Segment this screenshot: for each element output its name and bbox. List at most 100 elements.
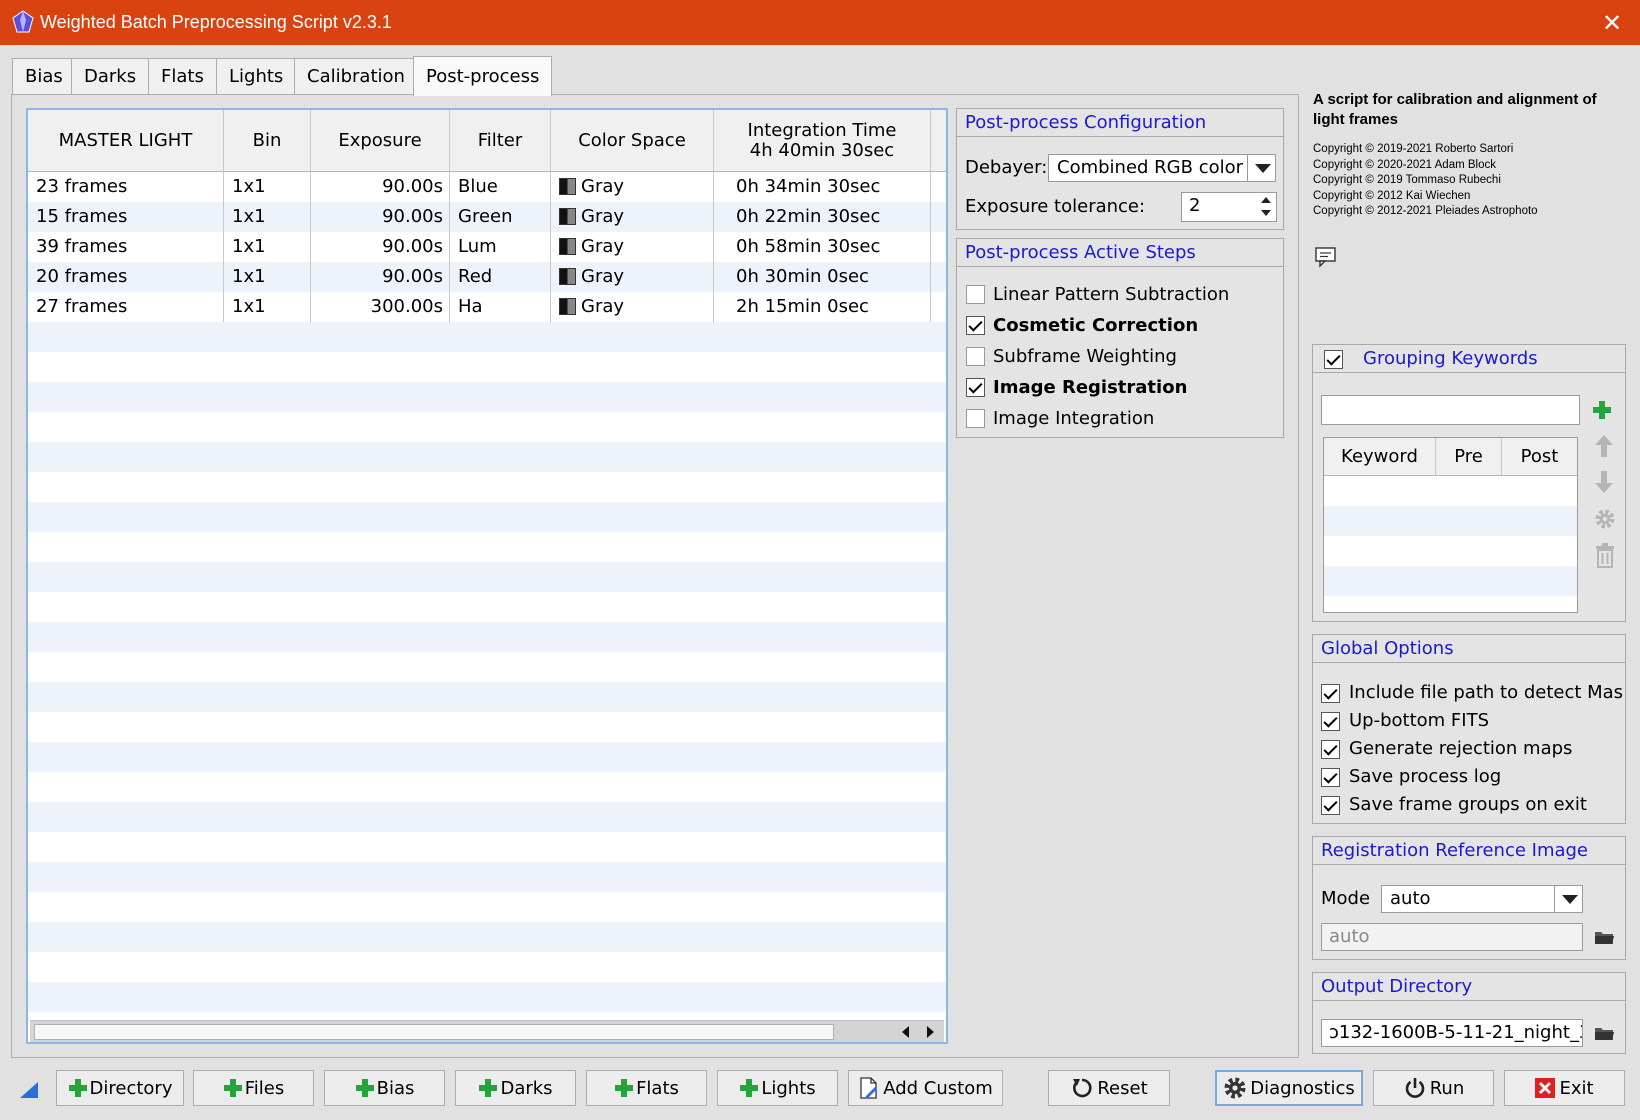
add-files-button[interactable]: Files [193, 1070, 314, 1106]
table-row[interactable]: 27 frames 1x1 300.00s Ha Gray 2h 15min 0… [28, 292, 946, 322]
close-icon [1535, 1078, 1556, 1098]
table-row[interactable]: 39 frames 1x1 90.00s Lum Gray 0h 58min 3… [28, 232, 946, 262]
add-darks-button[interactable]: Darks [455, 1070, 576, 1106]
about-title: A script for calibration and alignment o… [1313, 91, 1597, 128]
mode-select[interactable]: auto [1381, 885, 1583, 913]
debayer-select[interactable]: Combined RGB color [1048, 154, 1276, 182]
tab-flats[interactable]: Flats [148, 58, 217, 94]
spin-up-icon[interactable] [1259, 195, 1273, 205]
scroll-right-icon[interactable] [923, 1025, 937, 1039]
gear-icon [1224, 1077, 1246, 1099]
mode-value: auto [1390, 888, 1431, 909]
color-space-text: Gray [581, 296, 625, 317]
trash-icon[interactable] [1594, 543, 1616, 569]
plus-icon [614, 1078, 634, 1098]
table-row[interactable]: 23 frames 1x1 90.00s Blue Gray 0h 34min … [28, 172, 946, 202]
run-button[interactable]: Run [1373, 1070, 1494, 1106]
add-bias-button[interactable]: Bias [324, 1070, 445, 1106]
subframe-weighting-checkbox[interactable] [966, 347, 985, 366]
folder-icon[interactable] [1593, 928, 1615, 946]
exit-button[interactable]: Exit [1504, 1070, 1625, 1106]
tab-darks[interactable]: Darks [71, 58, 150, 94]
cell-integration: 2h 15min 0sec [714, 292, 931, 322]
cell-filter: Blue [450, 172, 551, 202]
scrollbar-thumb[interactable] [34, 1024, 834, 1040]
add-lights-button[interactable]: Lights [717, 1070, 838, 1106]
cell-filter: Red [450, 262, 551, 292]
gear-icon[interactable] [1593, 507, 1617, 531]
output-directory-input[interactable]: ɔ132-1600B-5-11-21_night_3 [1321, 1019, 1583, 1047]
exposure-tolerance-value: 2 [1189, 195, 1201, 216]
arrow-down-icon[interactable] [1593, 469, 1615, 495]
add-keyword-icon[interactable] [1590, 397, 1616, 423]
message-icon[interactable] [1314, 246, 1338, 268]
column-header-post[interactable]: Post [1502, 438, 1577, 476]
chevron-down-icon[interactable] [1247, 155, 1275, 181]
button-label: Darks [500, 1077, 553, 1099]
master-light-table[interactable]: MASTER LIGHT Bin Exposure Filter Color S… [26, 108, 948, 1044]
button-label: Run [1429, 1077, 1465, 1099]
column-header-filter[interactable]: Filter [450, 110, 551, 172]
cosmetic-correction-checkbox[interactable] [966, 316, 985, 335]
add-flats-button[interactable]: Flats [586, 1070, 707, 1106]
cell-bin: 1x1 [224, 172, 311, 202]
tab-lights[interactable]: Lights [216, 58, 297, 94]
image-registration-checkbox[interactable] [966, 378, 985, 397]
arrow-up-icon[interactable] [1593, 433, 1615, 459]
close-icon[interactable]: ✕ [1597, 8, 1627, 38]
plus-icon [478, 1078, 498, 1098]
up-bottom-fits-label: Up-bottom FITS [1349, 710, 1490, 731]
tab-bias[interactable]: Bias [12, 58, 76, 94]
scroll-left-icon[interactable] [899, 1025, 913, 1039]
chevron-down-icon[interactable] [1554, 886, 1582, 912]
generate-rejection-maps-label: Generate rejection maps [1349, 738, 1573, 759]
corner-triangle-icon[interactable] [18, 1080, 40, 1100]
global-options-group: Global Options Include file path to dete… [1312, 634, 1626, 824]
generate-rejection-maps-checkbox[interactable] [1321, 740, 1340, 759]
grouping-keywords-checkbox[interactable] [1324, 350, 1343, 369]
tab-post-process[interactable]: Post-process [413, 56, 553, 96]
cell-integration: 0h 34min 30sec [714, 172, 931, 202]
debayer-label: Debayer: [965, 157, 1048, 178]
column-header-color-space[interactable]: Color Space [551, 110, 714, 172]
cell-color-space: Gray [551, 262, 714, 292]
debayer-value: Combined RGB color [1057, 157, 1244, 178]
column-header-bin[interactable]: Bin [224, 110, 311, 172]
column-header-master-light[interactable]: MASTER LIGHT [28, 110, 224, 172]
folder-icon[interactable] [1593, 1024, 1615, 1042]
save-frame-groups-checkbox[interactable] [1321, 796, 1340, 815]
color-space-text: Gray [581, 176, 625, 197]
column-header-integration-time[interactable]: Integration Time 4h 40min 30sec [714, 110, 931, 172]
button-label: Diagnostics [1250, 1077, 1355, 1099]
tab-calibration[interactable]: Calibration [294, 58, 418, 94]
plus-icon [355, 1078, 375, 1098]
save-process-log-checkbox[interactable] [1321, 768, 1340, 787]
copyright-line: Copyright © 2020-2021 Adam Block [1313, 158, 1496, 171]
plus-icon [223, 1078, 243, 1098]
keywords-table[interactable]: Keyword Pre Post [1323, 437, 1578, 613]
horizontal-scrollbar[interactable] [30, 1020, 944, 1042]
keyword-input[interactable] [1321, 395, 1580, 425]
column-header-pre[interactable]: Pre [1436, 438, 1502, 476]
column-header-keyword[interactable]: Keyword [1324, 438, 1436, 476]
up-bottom-fits-checkbox[interactable] [1321, 712, 1340, 731]
diagnostics-button[interactable]: Diagnostics [1215, 1070, 1363, 1106]
image-integration-checkbox[interactable] [966, 409, 985, 428]
spin-down-icon[interactable] [1259, 208, 1273, 218]
table-row[interactable]: 15 frames 1x1 90.00s Green Gray 0h 22min… [28, 202, 946, 232]
reference-path-input[interactable]: auto [1321, 923, 1583, 951]
add-custom-button[interactable]: Add Custom [848, 1070, 1003, 1106]
linear-pattern-subtraction-checkbox[interactable] [966, 285, 985, 304]
add-directory-button[interactable]: Directory [56, 1070, 184, 1106]
column-header-exposure[interactable]: Exposure [311, 110, 450, 172]
gray-swatch-icon [559, 238, 576, 255]
include-file-path-checkbox[interactable] [1321, 684, 1340, 703]
cell-exposure: 90.00s [311, 202, 450, 232]
reset-button[interactable]: Reset [1048, 1070, 1170, 1106]
window-title: Weighted Batch Preprocessing Script v2.3… [40, 12, 392, 32]
table-row[interactable]: 20 frames 1x1 90.00s Red Gray 0h 30min 0… [28, 262, 946, 292]
cell-integration: 0h 30min 0sec [714, 262, 931, 292]
app-logo-icon [12, 10, 34, 33]
title-bar: Weighted Batch Preprocessing Script v2.3… [0, 0, 1640, 45]
exposure-tolerance-spinbox[interactable]: 2 [1181, 192, 1277, 222]
